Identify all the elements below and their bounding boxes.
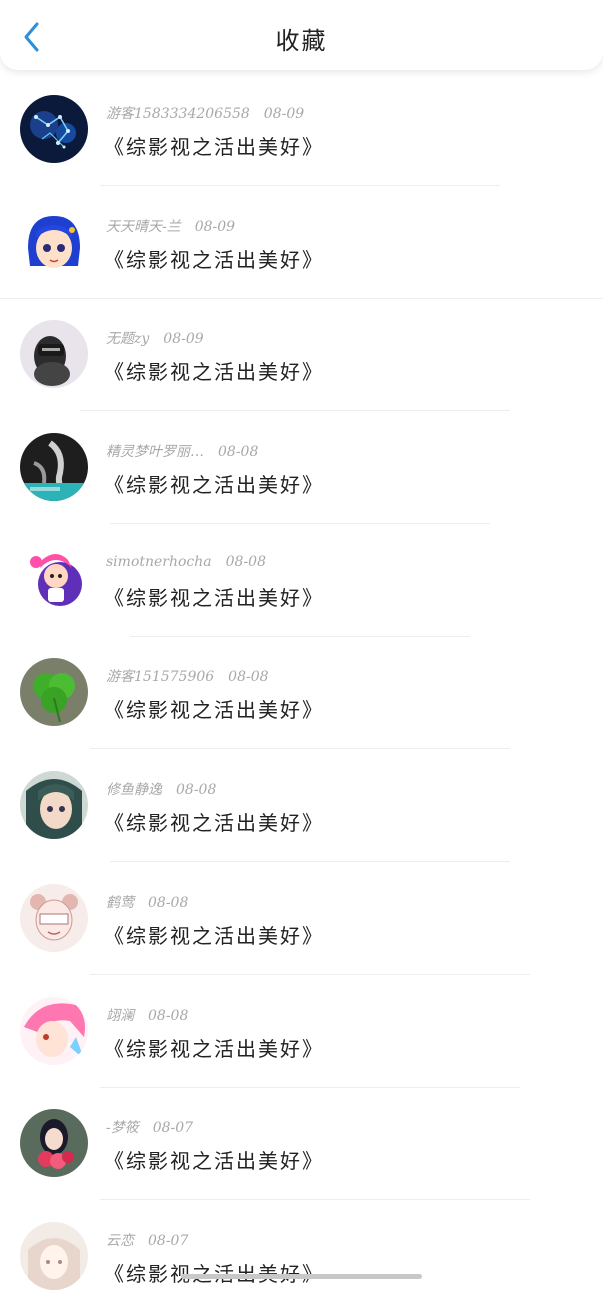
date: 08-09 xyxy=(263,106,305,122)
username: 天天晴天-兰 xyxy=(106,218,181,235)
divider xyxy=(100,1199,530,1201)
username: simotnerhocha xyxy=(106,553,212,570)
date: 08-07 xyxy=(148,1232,189,1249)
date: 08-08 xyxy=(176,782,217,799)
list-item[interactable]: simotnerhocha 08-08 《综影视之活出美好》 xyxy=(0,526,603,639)
date: 08-08 xyxy=(148,894,189,911)
divider xyxy=(100,185,500,186)
book-title: 《综影视之活出美好》 xyxy=(104,473,324,498)
item-meta: 天天晴天-兰 08-09 xyxy=(106,216,235,236)
item-meta: simotnerhocha 08-08 xyxy=(106,554,266,570)
book-title: 《综影视之活出美好》 xyxy=(104,585,324,610)
date: 08-08 xyxy=(218,444,259,461)
username: 鹤莺 xyxy=(106,894,134,911)
divider xyxy=(110,523,490,525)
username: 游客151575906 xyxy=(106,669,215,686)
divider xyxy=(110,861,510,863)
anime-girl-avatar xyxy=(20,771,88,840)
book-title: 《综影视之活出美好》 xyxy=(104,247,324,272)
pink-anime-avatar xyxy=(20,996,88,1065)
item-meta: 精灵梦叶罗丽… 08-08 xyxy=(106,441,258,461)
date: 08-09 xyxy=(194,218,236,235)
girl-photo-avatar xyxy=(20,320,88,389)
list-item[interactable]: 天天晴天-兰 08-09 《综影视之活出美好》 xyxy=(0,188,603,301)
book-title: 《综影视之活出美好》 xyxy=(104,1149,324,1174)
divider xyxy=(100,1086,520,1088)
book-title: 《综影视之活出美好》 xyxy=(104,698,324,723)
item-meta: 无题zy 08-09 xyxy=(106,328,204,348)
flower-girl-avatar xyxy=(20,1109,88,1178)
top-nav-bar: 收藏 xyxy=(0,0,603,70)
anime-blue-hair-avatar xyxy=(20,207,88,276)
list-item[interactable]: 修鱼静逸 08-08 《综影视之活出美好》 xyxy=(0,751,603,864)
pink-hair-cartoon-avatar xyxy=(20,545,88,614)
divider xyxy=(90,748,510,750)
clover-avatar xyxy=(20,658,88,727)
username: 精灵梦叶罗丽… xyxy=(106,444,204,461)
constellation-avatar xyxy=(20,95,88,163)
item-meta: 游客1583334206558 08-09 xyxy=(106,103,304,123)
username: 翊澜 xyxy=(106,1007,134,1024)
username: 云恋 xyxy=(106,1232,134,1249)
page-title: 收藏 xyxy=(275,27,328,55)
book-title: 《综影视之活出美好》 xyxy=(104,360,324,385)
item-meta: 游客151575906 08-08 xyxy=(106,666,269,686)
date: 08-08 xyxy=(148,1007,189,1024)
username: 修鱼静逸 xyxy=(106,782,162,799)
list-item[interactable]: -梦筱 08-07 《综影视之活出美好》 xyxy=(0,1089,603,1202)
item-meta: 翊澜 08-08 xyxy=(106,1005,188,1025)
item-meta: 修鱼静逸 08-08 xyxy=(106,779,216,799)
book-title: 《综影视之活出美好》 xyxy=(104,1258,324,1287)
favorites-list: 游客1583334206558 08-09 《综影视之活出美好》 天天晴天-兰 08… xyxy=(0,75,603,1315)
list-item[interactable]: 鹤莺 08-08 《综影视之活出美好》 xyxy=(0,864,603,977)
date: 08-07 xyxy=(152,1120,194,1137)
book-title: 《综影视之活出美好》 xyxy=(104,923,324,948)
item-meta: 云恋 08-07 xyxy=(106,1230,188,1250)
sketch-girl-avatar xyxy=(20,883,88,952)
item-meta: -梦筱 08-07 xyxy=(106,1117,193,1137)
list-item[interactable]: 游客151575906 08-08 《综影视之活出美好》 xyxy=(0,638,603,751)
list-item[interactable]: 无题zy 08-09 《综影视之活出美好》 xyxy=(0,300,603,413)
date: 08-08 xyxy=(225,553,266,570)
list-item[interactable]: 精灵梦叶罗丽… 08-08 《综影视之活出美好》 xyxy=(0,413,603,526)
book-title: 《综影视之活出美好》 xyxy=(104,135,324,159)
date: 08-08 xyxy=(228,669,269,686)
dark-photo-avatar xyxy=(20,433,88,502)
book-title: 《综影视之活出美好》 xyxy=(104,811,324,836)
divider xyxy=(0,297,603,299)
list-item[interactable]: 翊澜 08-08 《综影视之活出美好》 xyxy=(0,977,603,1090)
item-meta: 鹤莺 08-08 xyxy=(106,892,188,912)
divider xyxy=(90,973,530,975)
date: 08-09 xyxy=(163,331,204,348)
username: -梦筱 xyxy=(106,1120,139,1137)
book-title: 《综影视之活出美好》 xyxy=(104,1036,324,1061)
divider xyxy=(130,635,470,637)
divider xyxy=(80,410,510,412)
home-indicator[interactable] xyxy=(181,1274,422,1279)
list-item[interactable]: 游客1583334206558 08-09 《综影视之活出美好》 xyxy=(0,75,603,188)
list-item[interactable]: 云恋 08-07 《综影视之活出美好》 xyxy=(0,1202,603,1315)
username: 游客1583334206558 xyxy=(106,106,250,122)
username: 无题zy xyxy=(106,331,150,348)
